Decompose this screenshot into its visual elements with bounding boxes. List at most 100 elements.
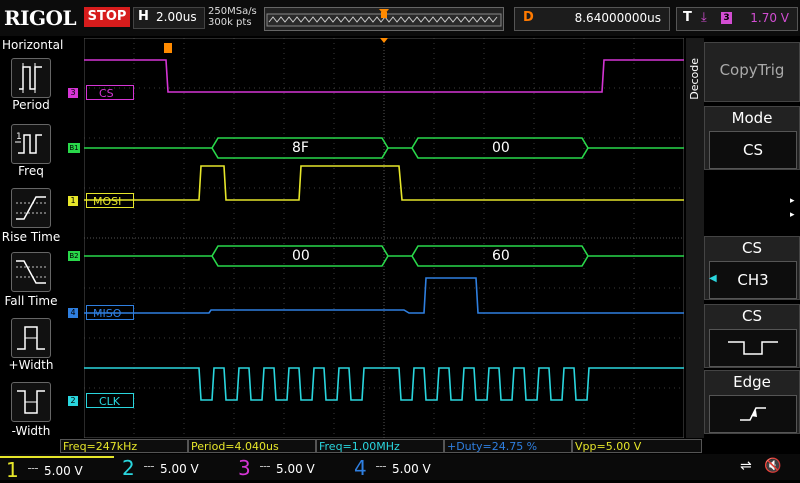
freq-icon: 1 xyxy=(15,132,42,154)
delay-display[interactable]: D 8.64000000us xyxy=(514,7,670,31)
clk-marker: 2 xyxy=(68,396,78,406)
mode-value: CS xyxy=(709,131,797,169)
measurement-duty[interactable]: +Duty=24.75 % xyxy=(444,439,572,453)
negative-width-icon xyxy=(17,390,45,414)
trigger-display[interactable]: T ⤓ 3 1.70 V xyxy=(676,7,798,31)
b1-marker: B1 xyxy=(68,143,80,153)
edge-button[interactable]: Edge xyxy=(704,370,800,434)
ch4-scale[interactable]: 4 5.00 V xyxy=(348,456,462,480)
period-button[interactable] xyxy=(11,58,51,98)
mode-title: Mode xyxy=(731,109,773,127)
trigger-level: 1.70 V xyxy=(750,11,789,25)
positive-width-label: +Width xyxy=(8,358,54,372)
speaker-muted-icon[interactable]: 🔇 xyxy=(764,458,781,474)
miso-waveform xyxy=(84,277,684,314)
trigger-position-marker xyxy=(380,38,388,43)
mosi-marker: 1 xyxy=(68,196,78,206)
ch4-coupling-icon xyxy=(376,466,386,468)
decode-menu: CopyTrig Mode CS CS CH3 ◀ CS Edge xyxy=(704,38,800,438)
bus-b2-value-2: 60 xyxy=(492,248,510,264)
memory-depth: 300k pts xyxy=(208,17,252,28)
miso-label[interactable]: MISO xyxy=(86,305,134,320)
fall-time-icon xyxy=(16,260,46,284)
period-icon xyxy=(19,63,42,93)
edge-title: Edge xyxy=(733,373,771,391)
cs-polarity-button[interactable]: CS xyxy=(704,304,800,368)
bus-b1-trace xyxy=(84,137,684,159)
menu-title: Horizontal xyxy=(2,38,64,52)
ch3-scale[interactable]: 3 5.00 V xyxy=(232,456,346,480)
cs-waveform xyxy=(84,59,684,93)
delay-value: 8.64000000us xyxy=(574,11,661,25)
memory-position-strip xyxy=(264,7,504,31)
svg-text:1: 1 xyxy=(16,132,22,142)
clk-label[interactable]: CLK xyxy=(86,393,134,408)
bus-b1-value-2: 00 xyxy=(492,140,510,156)
cs-source-value: CH3 xyxy=(709,261,797,299)
trigger-source-badge: 3 xyxy=(721,12,732,24)
ch1-coupling-icon xyxy=(28,468,38,470)
positive-width-button[interactable] xyxy=(11,318,51,358)
ch2-scale[interactable]: 2 5.00 V xyxy=(116,456,230,480)
ch2-value: 5.00 V xyxy=(160,462,199,476)
ch1-value: 5.00 V xyxy=(44,464,83,478)
ch3-coupling-icon xyxy=(260,466,270,468)
measurement-vpp[interactable]: Vpp=5.00 V xyxy=(572,439,702,453)
measurement-period[interactable]: Period=4.040us xyxy=(188,439,316,453)
trigger-label: T xyxy=(683,10,692,25)
period-label: Period xyxy=(12,98,50,112)
negative-width-label: -Width xyxy=(11,424,51,438)
positive-width-icon xyxy=(17,326,45,350)
ch4-value: 5.00 V xyxy=(392,462,431,476)
fall-time-label: Fall Time xyxy=(4,294,58,308)
miso-marker: 4 xyxy=(68,308,78,318)
delay-label: D xyxy=(523,10,534,25)
cs-polarity-box xyxy=(709,329,797,367)
bus-b1-value-1: 8F xyxy=(292,140,309,156)
cs-polarity-title: CS xyxy=(742,307,762,325)
freq-label: Freq xyxy=(18,164,44,178)
measurement-freq-2[interactable]: Freq=1.00MHz xyxy=(316,439,444,453)
horizontal-label: H xyxy=(138,9,149,24)
ch1-number: 1 xyxy=(6,458,19,482)
copytrig-button[interactable]: CopyTrig xyxy=(704,42,800,102)
ch1-scale[interactable]: 1 5.00 V xyxy=(0,456,114,482)
measurement-freq-1[interactable]: Freq=247kHz xyxy=(60,439,188,453)
ch4-number: 4 xyxy=(354,456,367,480)
channel-scale-bar: 1 5.00 V 2 5.00 V 3 5.00 V 4 5.00 V xyxy=(0,454,800,482)
cs-label[interactable]: CS xyxy=(86,85,134,100)
negative-width-button[interactable] xyxy=(11,382,51,422)
mode-button[interactable]: Mode CS xyxy=(704,106,800,170)
timebase-value: 2.00us xyxy=(156,10,197,24)
status-bar: RIGOL STOP H 2.00us 250MSa/s 300k pts D … xyxy=(0,0,800,36)
memory-strip-graphic xyxy=(266,9,502,27)
run-stop-indicator[interactable]: STOP xyxy=(84,7,130,27)
trigger-edge-icon: ⤓ xyxy=(701,10,707,25)
rising-edge-icon xyxy=(740,407,766,421)
ch3-value: 5.00 V xyxy=(276,462,315,476)
horizontal-measure-menu: Horizontal Period 1 Freq Rise Time Fall … xyxy=(0,38,64,438)
rise-time-label: Rise Time xyxy=(1,230,61,244)
edge-box xyxy=(709,395,797,433)
cs-source-title: CS xyxy=(742,239,762,257)
usb-icon: ⇌ xyxy=(740,458,752,474)
trigger-marker-icon xyxy=(164,43,172,53)
decode-side-label: Decode xyxy=(688,58,701,100)
sample-info: 250MSa/s 300k pts xyxy=(208,6,257,28)
decode-side-tab[interactable]: Decode xyxy=(686,38,704,438)
sample-rate: 250MSa/s xyxy=(208,6,257,17)
fall-time-button[interactable] xyxy=(11,252,51,292)
freq-button[interactable]: 1 xyxy=(11,124,51,164)
cs-source-select-icon: ◀ xyxy=(709,273,717,284)
bus-b2-trace xyxy=(84,245,684,267)
waveform-display[interactable] xyxy=(84,38,684,438)
ch2-coupling-icon xyxy=(144,466,154,468)
bus-b2-value-1: 00 xyxy=(292,248,310,264)
horizontal-timebase[interactable]: H 2.00us xyxy=(133,7,205,29)
rise-time-icon xyxy=(16,196,46,220)
cs-source-button[interactable]: CS CH3 ◀ xyxy=(704,236,800,300)
cs-marker: 3 xyxy=(68,88,78,98)
rise-time-button[interactable] xyxy=(11,188,51,228)
active-low-icon xyxy=(728,341,778,355)
mosi-label[interactable]: MOSI xyxy=(86,193,134,208)
